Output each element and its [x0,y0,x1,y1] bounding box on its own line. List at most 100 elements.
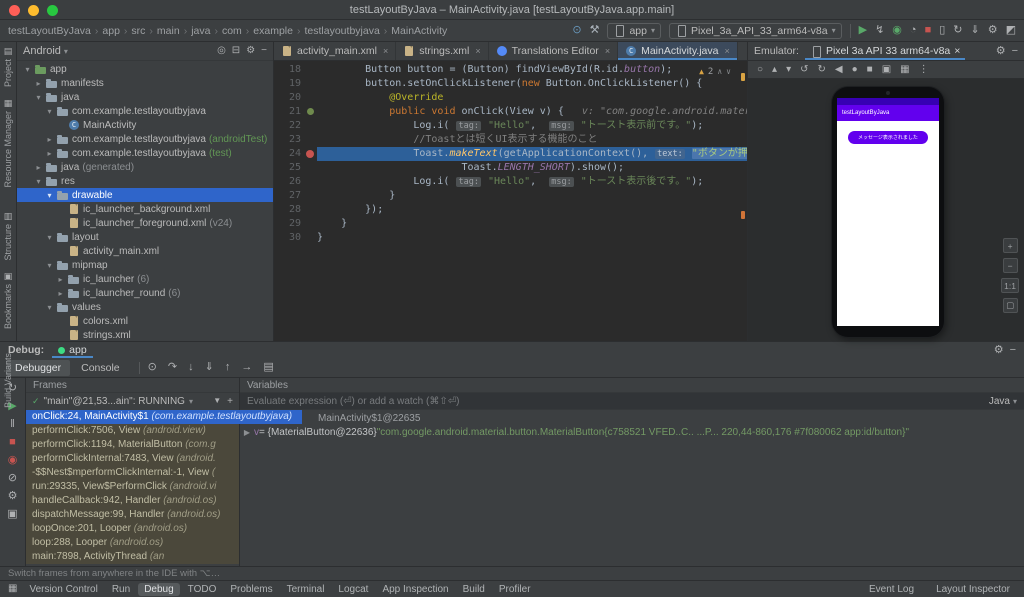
prev-warning-icon[interactable]: ∧ [717,65,722,79]
status-item-problems[interactable]: Problems [224,583,278,596]
stack-frame-row[interactable]: onClick:24, MainActivity$1 (com.example.… [26,410,302,424]
emulator-settings-icon[interactable]: ⚙ [996,46,1006,57]
tree-item[interactable]: ic_launcher_background.xml [17,202,273,216]
tree-item[interactable]: ▸com.example.testlayoutbyjava (androidTe… [17,132,273,146]
breakpoint-icon[interactable] [304,147,317,161]
tree-item[interactable]: ▸java (generated) [17,160,273,174]
breadcrumb-item[interactable]: main [157,25,180,37]
rotate-left-icon[interactable]: ↺ [800,65,808,75]
zoom-fit-icon[interactable]: ▢ [1003,298,1018,313]
step-into-icon[interactable]: ↓ [188,362,194,373]
collapse-all-icon[interactable]: ⊟ [232,46,240,56]
module-selector[interactable]: app ▾ [607,23,661,39]
tree-item[interactable]: colors.xml [17,314,273,328]
apply-changes-icon[interactable]: ↯ [875,25,884,36]
tree-item[interactable]: MainActivity [17,118,273,132]
stack-frame-row[interactable]: loopOnce:201, Looper (android.os) [26,522,239,536]
tool-strip-button[interactable]: ▦Resource Manager [3,99,13,188]
tree-item[interactable]: ▾res [17,174,273,188]
tool-strip-button[interactable]: ▥Structure [3,212,13,261]
status-item-todo[interactable]: TODO [182,583,223,596]
run-to-cursor-icon[interactable]: → [241,362,252,373]
hide-emulator-icon[interactable]: − [1012,46,1018,57]
debugger-settings-icon[interactable]: ⚙ [8,491,18,502]
stack-frame-row[interactable]: performClick:1194, MaterialButton (com.g [26,438,239,452]
breadcrumb-item[interactable]: java [191,25,210,37]
status-item-version-control[interactable]: Version Control [23,583,103,596]
hide-panel-icon[interactable]: − [261,46,267,56]
editor-tab[interactable]: Translations Editor× [489,42,618,60]
step-out-icon[interactable]: ↑ [225,362,231,373]
screenshot-icon[interactable]: ▣ [882,65,891,75]
close-icon[interactable]: × [475,46,480,56]
filter-frames-icon[interactable]: ▼ [213,397,221,407]
tree-item[interactable]: activity_main.xml [17,244,273,258]
pause-icon[interactable]: ‖ [10,419,15,430]
breadcrumb-item[interactable]: MainActivity [391,25,447,37]
tool-strip-button[interactable]: ▣Bookmarks [3,272,13,329]
variables-context-row[interactable]: MainActivity$1@22635 [240,412,1024,426]
zoom-reset-icon[interactable]: 1:1 [1001,278,1019,293]
close-icon[interactable]: × [725,46,730,56]
breadcrumb-item[interactable]: src [131,25,145,37]
tree-item[interactable]: ▾java [17,90,273,104]
tree-item[interactable]: ▸manifests [17,76,273,90]
device-selector[interactable]: Pixel_3a_API_33_arm64-v8a ▾ [669,23,842,39]
device-app-button[interactable]: メッセージ表示されました [848,131,928,144]
tree-item[interactable]: ▾drawable [17,188,273,202]
pin-tab-icon[interactable]: ▣ [7,509,17,520]
mute-breakpoints-icon[interactable]: ⊘ [8,473,17,484]
device-manager-icon[interactable]: ▯ [939,25,945,36]
add-icon[interactable]: + [227,397,233,407]
volume-up-icon[interactable]: ▴ [772,65,777,75]
status-item-run[interactable]: Run [106,583,136,596]
tree-item[interactable]: ▾values [17,300,273,314]
evaluate-expression-input[interactable]: Evaluate expression (⏎) or add a watch (… [240,393,1024,410]
close-icon[interactable]: × [383,46,388,56]
inspections-widget[interactable]: ▲ 2 ∧ ∨ [699,65,731,79]
search-everywhere-icon[interactable]: ⊙ [572,25,581,36]
notifications-icon[interactable]: ◩ [1006,25,1016,36]
tree-item[interactable]: ▸com.example.testlayoutbyjava (test) [17,146,273,160]
debug-settings-icon[interactable]: ⚙ [994,345,1004,356]
breadcrumb-item[interactable]: testLayoutByJava [8,25,91,37]
breadcrumb-item[interactable]: com [222,25,242,37]
run-icon[interactable]: ▶ [859,25,867,36]
stack-frame-row[interactable]: performClickInternal:7483, View (android… [26,452,239,466]
status-item-event-log[interactable]: Event Log [863,583,920,596]
status-item-app-inspection[interactable]: App Inspection [376,583,454,596]
power-icon[interactable]: ○ [757,65,763,75]
build-hammer-icon[interactable]: ⚒ [590,25,600,36]
debug-tab-console[interactable]: Console [72,360,129,376]
stack-frame-row[interactable]: loop:288, Looper (android.os) [26,536,239,550]
editor-surface[interactable]: ▲ 2 ∧ ∨ 18 Button button = (Button) find… [274,61,747,341]
status-item-build[interactable]: Build [457,583,491,596]
breadcrumb-item[interactable]: example [253,25,293,37]
tree-item[interactable]: ▸ic_launcher (6) [17,272,273,286]
sdk-manager-icon[interactable]: ⇓ [971,25,980,36]
locate-file-icon[interactable]: ◎ [217,46,226,56]
status-item-debug[interactable]: Debug [138,583,179,596]
stack-frame-row[interactable]: handleCallback:942, Handler (android.os) [26,494,239,508]
back-icon[interactable]: ◀ [835,65,843,75]
zoom-in-icon[interactable]: + [1003,238,1018,253]
tool-strip-button[interactable]: ▤Project [3,47,13,87]
tree-item[interactable]: ▾com.example.testlayoutbyjava [17,104,273,118]
tool-windows-icon[interactable]: ▦ [8,584,17,594]
emulator-device-tab[interactable]: Pixel 3a API 33 arm64-v8a × [805,42,965,60]
force-step-into-icon[interactable]: ⇓ [205,362,214,373]
variable-row[interactable]: ▶v = {MaterialButton@22636} "com.google.… [240,426,1024,440]
maximize-window-button[interactable] [47,5,58,16]
overriding-method-icon[interactable] [304,105,317,119]
tree-item[interactable]: ▸ic_launcher_round (6) [17,286,273,300]
debug-icon[interactable]: ◉ [892,25,902,36]
stack-frame-row[interactable]: -$$Nest$mperformClickInternal:-1, View ( [26,466,239,480]
debug-tab-debugger[interactable]: Debugger [6,360,70,376]
more-icon[interactable]: ⋮ [919,65,929,75]
editor-tab[interactable]: strings.xml× [396,42,488,60]
home-icon[interactable]: ● [852,65,858,75]
overview-icon[interactable]: ■ [867,65,873,75]
debug-view-options-icon[interactable]: ▤ [263,362,273,373]
device-screen[interactable]: testLayoutByJava メッセージ表示されました [837,98,939,326]
stack-frame-row[interactable]: main:7898, ActivityThread (an [26,550,239,564]
